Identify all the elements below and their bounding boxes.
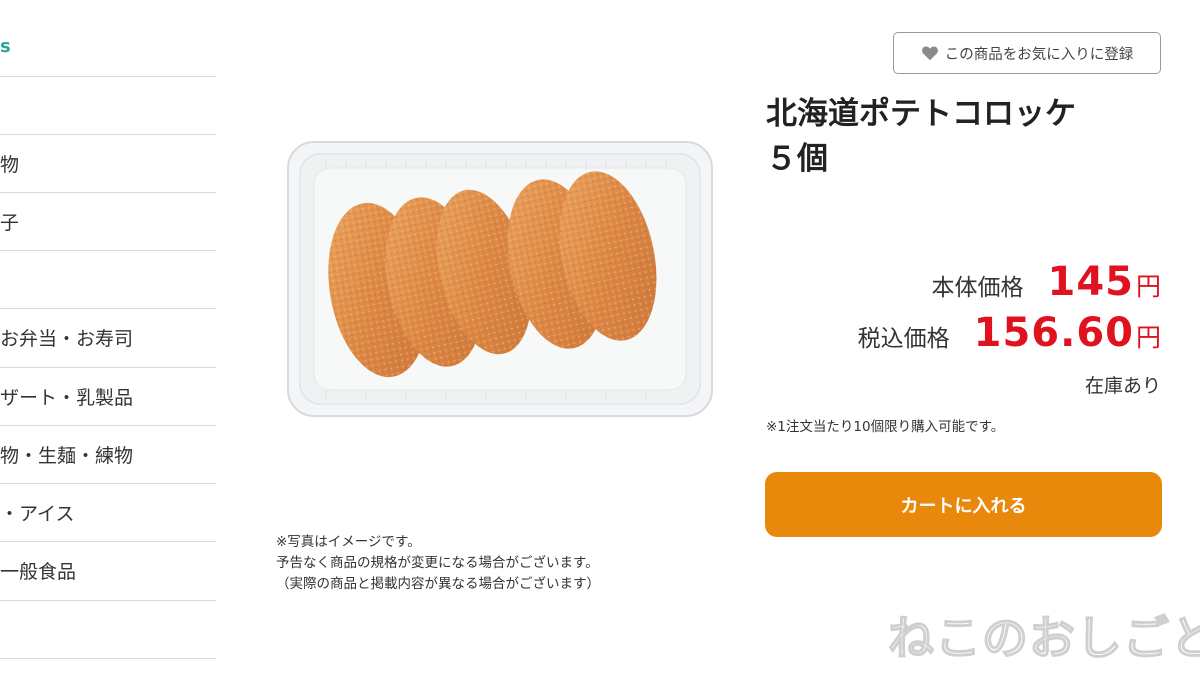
product-image	[287, 141, 713, 417]
sidebar-item-3[interactable]: 子	[0, 193, 216, 250]
tax-price-row: 税込価格 156.60 円	[858, 310, 1161, 356]
sidebar-item-label: 一般食品	[0, 561, 77, 583]
sidebar-item-label: 物	[0, 154, 20, 176]
cart-button-label: カートに入れる	[900, 495, 1027, 517]
sidebar-top-fragment: s	[0, 36, 11, 57]
sidebar-item-7[interactable]: 物・生麺・練物	[0, 426, 216, 483]
base-price-value: 145	[1047, 259, 1134, 305]
sidebar-item-1[interactable]	[0, 77, 216, 134]
image-disclaimer: ※写真はイメージです。 予告なく商品の規格が変更になる場合がございます。 （実際…	[276, 532, 600, 595]
sidebar-item-label: 物・生麺・練物	[0, 445, 134, 467]
product-title-line1: 北海道ポテトコロッケ	[766, 96, 1076, 132]
base-price-row: 本体価格 145 円	[931, 259, 1161, 305]
sidebar-item-6[interactable]: ザート・乳製品	[0, 368, 216, 425]
add-to-cart-button[interactable]: カートに入れる	[765, 472, 1162, 537]
category-sidebar: s 物 子 お弁当・お寿司 ザート・乳製品 物・生麺・練物 ・アイス 一般食品	[0, 0, 216, 675]
product-title-line2: ５個	[766, 141, 828, 177]
sidebar-divider	[0, 658, 216, 659]
product-title: 北海道ポテトコロッケ ５個	[766, 92, 1076, 182]
sidebar-item-9[interactable]: 一般食品	[0, 542, 216, 599]
disclaimer-line: （実際の商品と掲載内容が異なる場合がございます）	[276, 576, 600, 592]
sidebar-item-label: ・アイス	[0, 503, 75, 525]
disclaimer-line: ※写真はイメージです。	[276, 534, 421, 550]
purchase-limit-note: ※1注文当たり10個限り購入可能です。	[766, 419, 1005, 435]
sidebar-item-5[interactable]: お弁当・お寿司	[0, 309, 216, 366]
heart-icon	[921, 46, 938, 61]
watermark: ねこのおしごと	[887, 610, 1200, 665]
sidebar-item-label: お弁当・お寿司	[0, 328, 134, 350]
sidebar-item-label: ザート・乳製品	[0, 387, 134, 409]
favorite-label: この商品をお気に入りに登録	[944, 46, 1134, 63]
base-price-label: 本体価格	[931, 275, 1024, 301]
tax-price-label: 税込価格	[857, 326, 950, 352]
sidebar-item-4[interactable]	[0, 251, 216, 308]
tax-price-currency: 円	[1135, 323, 1161, 352]
stock-status: 在庫あり	[1084, 375, 1161, 397]
sidebar-item-8[interactable]: ・アイス	[0, 484, 216, 541]
disclaimer-line: 予告なく商品の規格が変更になる場合がございます。	[276, 555, 599, 571]
add-to-favorites-button[interactable]: この商品をお気に入りに登録	[893, 32, 1161, 74]
sidebar-item-label: 子	[0, 212, 20, 234]
base-price-currency: 円	[1135, 272, 1161, 301]
sidebar-item-2[interactable]: 物	[0, 135, 216, 192]
tax-price-value: 156.60	[973, 310, 1134, 356]
sidebar-item-10[interactable]	[0, 601, 216, 658]
